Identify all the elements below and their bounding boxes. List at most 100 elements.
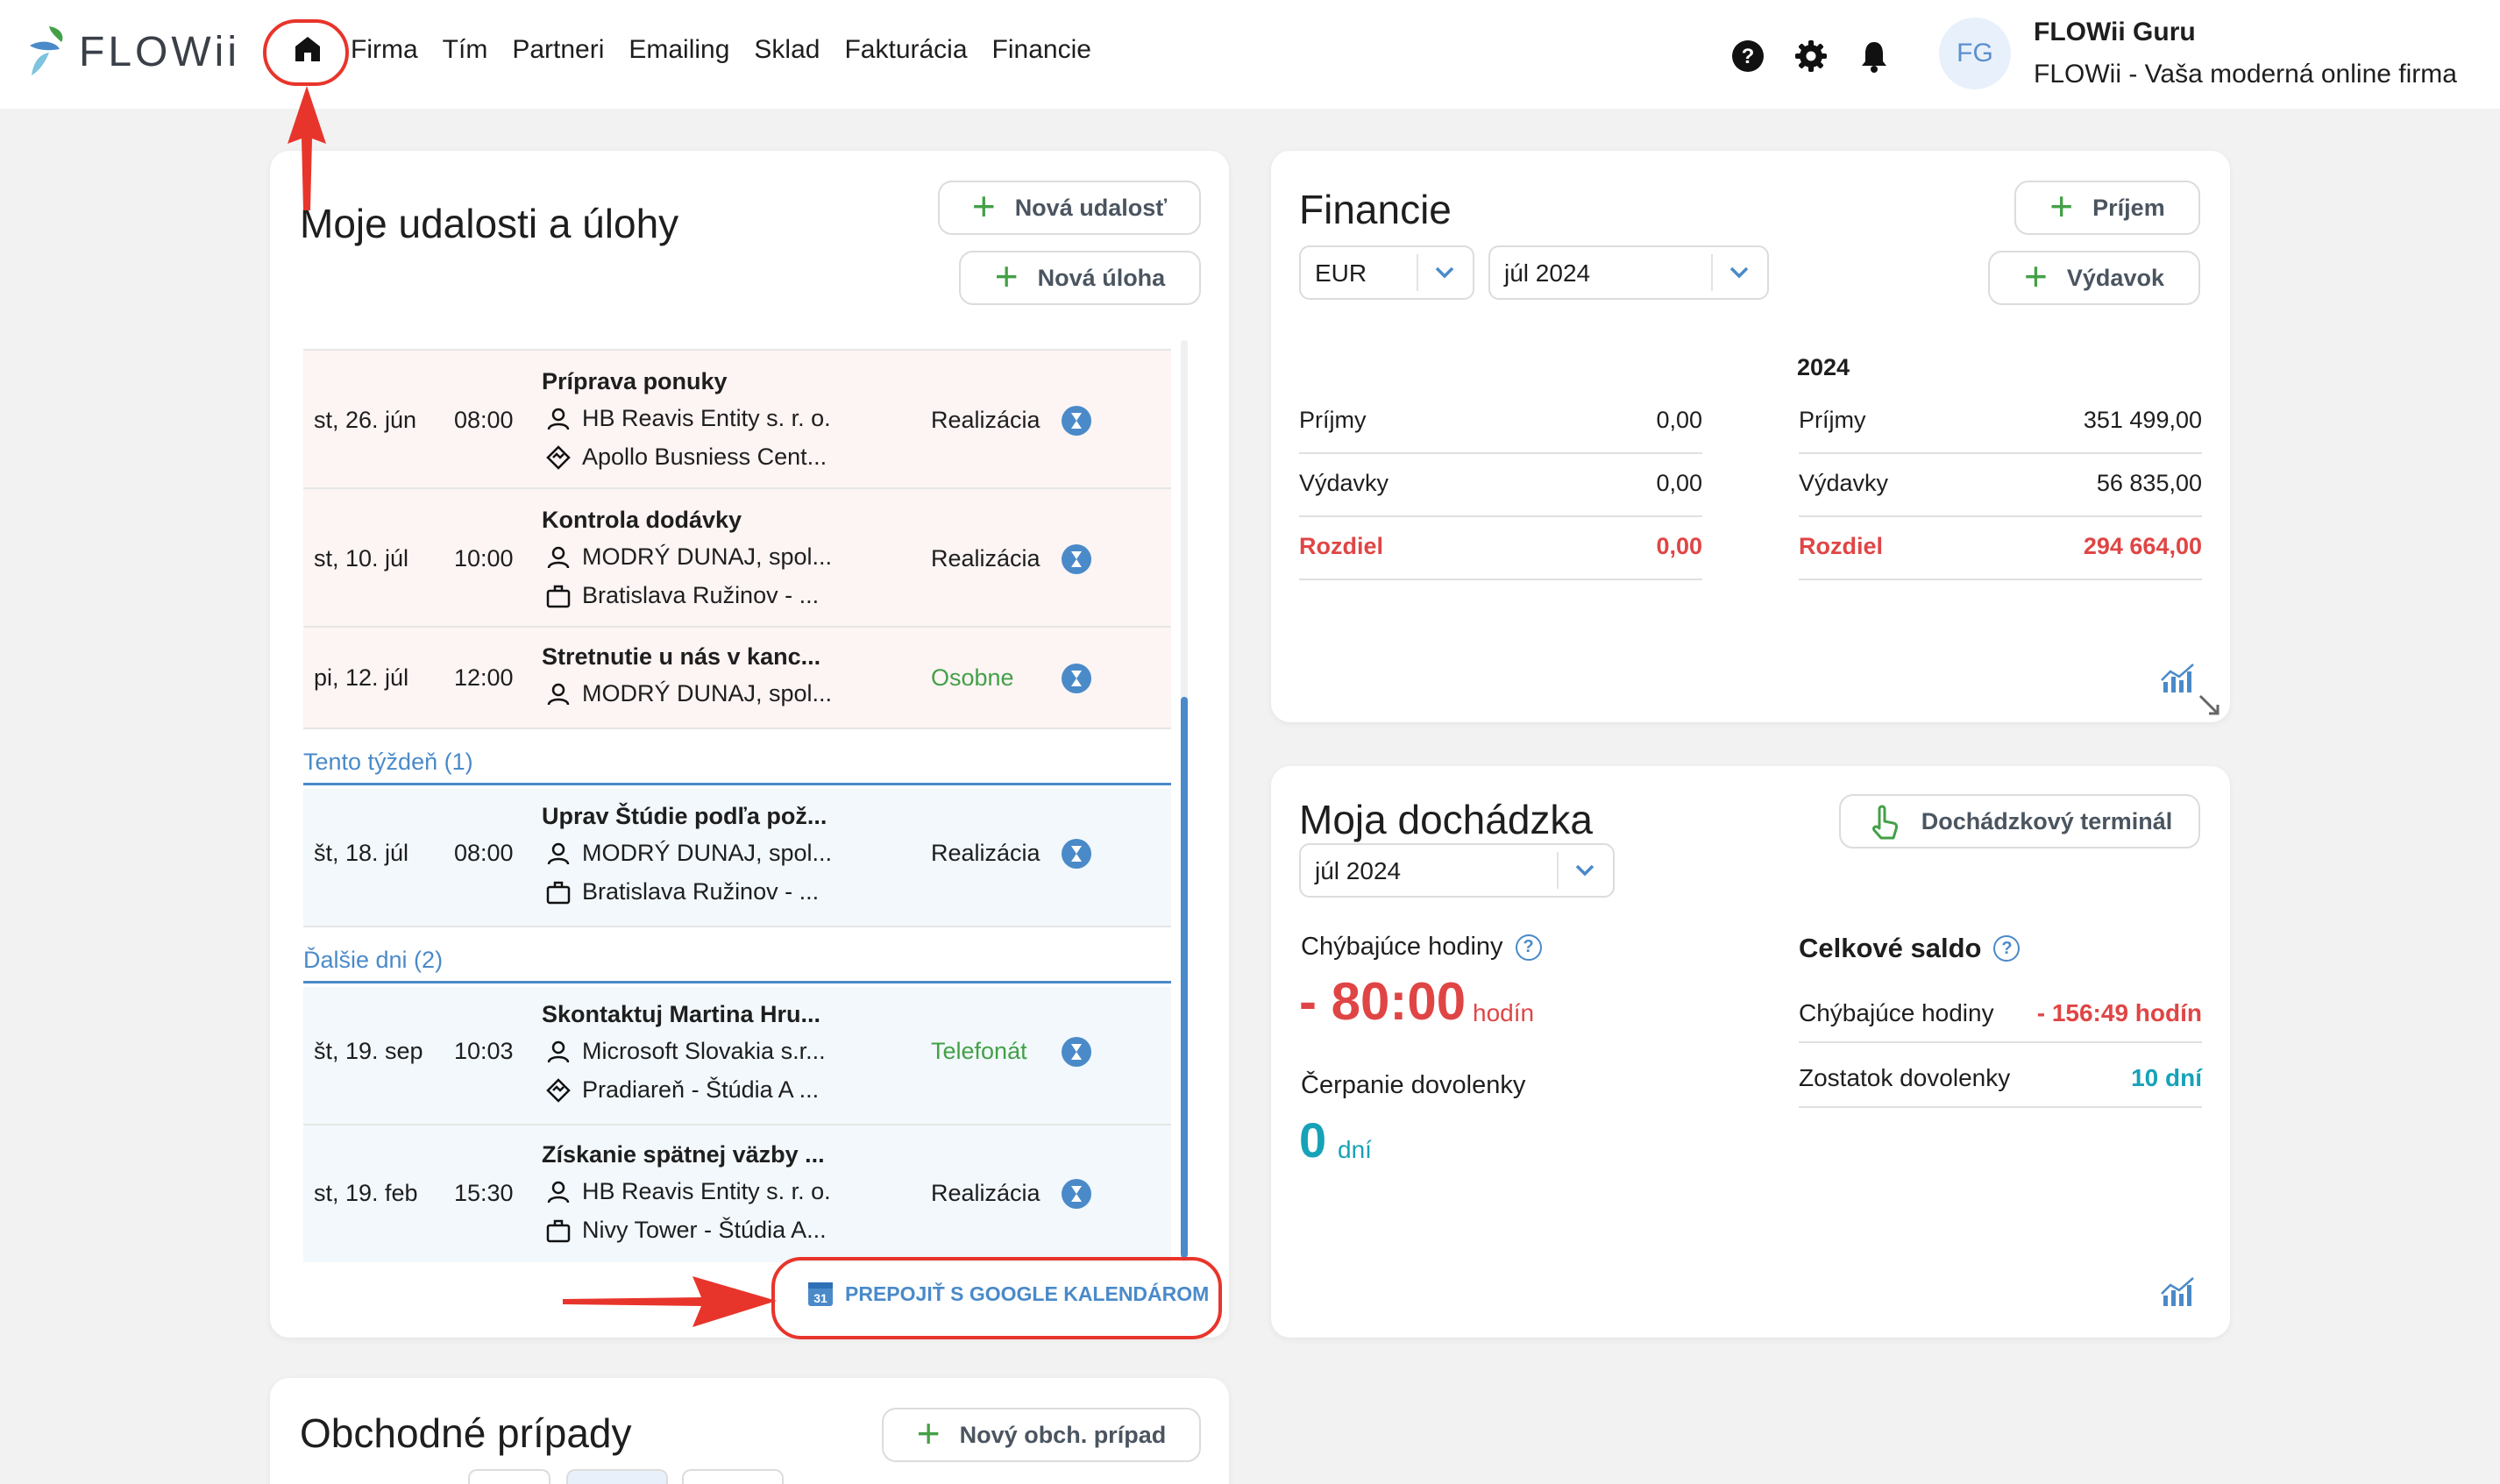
person-icon [547, 842, 570, 864]
event-place: Nivy Tower - Štúdia A... [545, 1217, 827, 1244]
nav-item-financie[interactable]: Financie [992, 35, 1091, 65]
event-place: Bratislava Ružinov - ... [545, 878, 819, 905]
hourglass-icon[interactable] [1061, 1036, 1092, 1068]
help-icon[interactable]: ? [1730, 39, 1765, 74]
event-time: 10:00 [454, 545, 514, 572]
help-icon[interactable]: ? [1993, 935, 2021, 962]
currency-value: EUR [1315, 259, 1367, 287]
event-row[interactable]: st, 19. feb 15:30 Získanie spätnej väzby… [303, 1125, 1171, 1262]
help-icon[interactable]: ? [1515, 934, 1542, 961]
flowii-logo[interactable]: FLOWii [26, 25, 240, 79]
nav-item-tim[interactable]: Tím [443, 35, 488, 65]
event-type: Realizácia [931, 545, 1040, 572]
event-row[interactable]: št, 18. júl 08:00 Uprav Štúdie podľa pož… [303, 789, 1171, 927]
nav-item-firma[interactable]: Firma [351, 35, 418, 65]
event-time: 10:03 [454, 1038, 514, 1064]
briefcase-icon [546, 881, 571, 904]
hourglass-icon[interactable] [1061, 405, 1092, 437]
user-name[interactable]: FLOWii Guru [2034, 18, 2196, 47]
event-row[interactable]: st, 26. jún 08:00 Príprava ponuky HB Rea… [303, 351, 1171, 489]
hourglass-icon[interactable] [1061, 1178, 1092, 1210]
deals-filter-tab[interactable] [682, 1469, 784, 1484]
vacation-used-label: Čerpanie dovolenky [1301, 1071, 1526, 1099]
missing-hours-label: Chýbajúce hodiny ? [1301, 933, 1542, 962]
touch-hand-icon [1871, 805, 1898, 840]
event-place-name: Pradiareň - Štúdia A ... [582, 1076, 820, 1103]
event-place-name: Bratislava Ružinov - ... [582, 582, 820, 608]
attendance-terminal-label: Dochádzkový terminál [1921, 807, 2173, 834]
user-avatar[interactable]: FG [1939, 18, 2011, 89]
hourglass-icon[interactable] [1061, 543, 1092, 575]
expense-button[interactable]: + Výdavok [1988, 251, 2200, 305]
logo-text: FLOWii [79, 28, 240, 75]
finance-period-value: júl 2024 [1504, 259, 1591, 287]
plus-icon: + [994, 253, 1019, 299]
annotation-circle-home [263, 19, 349, 86]
person-icon [547, 408, 570, 430]
handshake-icon [546, 444, 571, 470]
event-row[interactable]: št, 19. sep 10:03 Skontaktuj Martina Hru… [303, 987, 1171, 1125]
group-header-this-week: Tento týždeň (1) [303, 749, 1171, 785]
deals-filter-tab-active[interactable] [566, 1469, 668, 1484]
deals-filter-tab[interactable] [468, 1469, 550, 1484]
resize-icon[interactable] [2197, 692, 2221, 717]
new-deal-button[interactable]: + Nový obch. prípad [882, 1408, 1201, 1462]
hourglass-icon[interactable] [1061, 838, 1092, 870]
notifications-bell-icon[interactable] [1857, 39, 1892, 74]
person-icon [547, 546, 570, 568]
event-type: Osobne [931, 664, 1014, 691]
attendance-chart-icon[interactable] [2160, 1276, 2198, 1308]
person-icon [547, 1181, 570, 1203]
finance-card-title: Financie [1299, 187, 1452, 232]
event-title: Príprava ponuky [542, 368, 728, 394]
event-partner-name: MODRÝ DUNAJ, spol... [582, 680, 833, 706]
top-navigation-bar: FLOWii Firma Tím Partneri Emailing Sklad… [0, 0, 2500, 109]
handshake-icon [546, 1077, 571, 1103]
settings-gear-icon[interactable] [1793, 39, 1829, 74]
event-partner-name: MODRÝ DUNAJ, spol... [582, 840, 833, 866]
chevron-down-icon [1729, 266, 1749, 279]
finance-month-difference-row: Rozdiel 0,00 [1299, 517, 1702, 580]
finance-period-select[interactable]: júl 2024 [1488, 245, 1769, 300]
hourglass-icon[interactable] [1061, 663, 1092, 694]
finance-year-header: 2024 [1797, 354, 1850, 380]
event-date: st, 19. feb [314, 1180, 418, 1206]
new-task-button[interactable]: + Nová úloha [959, 251, 1201, 305]
event-time: 08:00 [454, 840, 514, 866]
event-type: Realizácia [931, 1180, 1040, 1206]
chevron-down-icon [1435, 266, 1454, 279]
event-partner: HB Reavis Entity s. r. o. [545, 1178, 831, 1205]
event-row[interactable]: pi, 12. júl 12:00 Stretnutie u nás v kan… [303, 628, 1171, 729]
briefcase-icon [546, 585, 571, 607]
annotation-circle-google-calendar [771, 1257, 1222, 1339]
plus-icon: + [2049, 183, 2074, 229]
nav-item-fakturacia[interactable]: Fakturácia [844, 35, 967, 65]
new-task-label: Nová úloha [1037, 264, 1166, 291]
currency-select[interactable]: EUR [1299, 245, 1474, 300]
nav-item-partneri[interactable]: Partneri [512, 35, 604, 65]
deals-card-title: Obchodné prípady [300, 1410, 632, 1456]
finance-year-difference-row: Rozdiel 294 664,00 [1799, 517, 2202, 580]
event-partner: Microsoft Slovakia s.r... [545, 1038, 826, 1065]
total-balance-title: Celkové saldo ? [1799, 933, 2021, 964]
event-type: Realizácia [931, 840, 1040, 866]
plus-icon: + [916, 1410, 941, 1456]
missing-hours-value: - 80:00 [1299, 972, 1467, 1031]
income-button[interactable]: + Príjem [2014, 181, 2200, 235]
plus-icon: + [2024, 253, 2048, 299]
event-date: št, 19. sep [314, 1038, 423, 1064]
attendance-terminal-button[interactable]: Dochádzkový terminál [1839, 794, 2200, 849]
events-scrollbar-thumb[interactable] [1181, 697, 1188, 1258]
nav-item-sklad[interactable]: Sklad [754, 35, 820, 65]
user-company: FLOWii - Vaša moderná online firma [2034, 60, 2457, 89]
attendance-period-value: júl 2024 [1315, 857, 1402, 884]
finance-chart-icon[interactable] [2160, 663, 2198, 694]
attendance-period-select[interactable]: júl 2024 [1299, 843, 1615, 898]
event-time: 12:00 [454, 664, 514, 691]
event-partner-name: HB Reavis Entity s. r. o. [582, 405, 831, 431]
event-row[interactable]: st, 10. júl 10:00 Kontrola dodávky MODRÝ… [303, 489, 1171, 628]
nav-item-emailing[interactable]: Emailing [629, 35, 729, 65]
new-event-button[interactable]: + Nová udalosť [938, 181, 1201, 235]
event-date: st, 10. júl [314, 545, 409, 572]
event-partner: HB Reavis Entity s. r. o. [545, 405, 831, 432]
